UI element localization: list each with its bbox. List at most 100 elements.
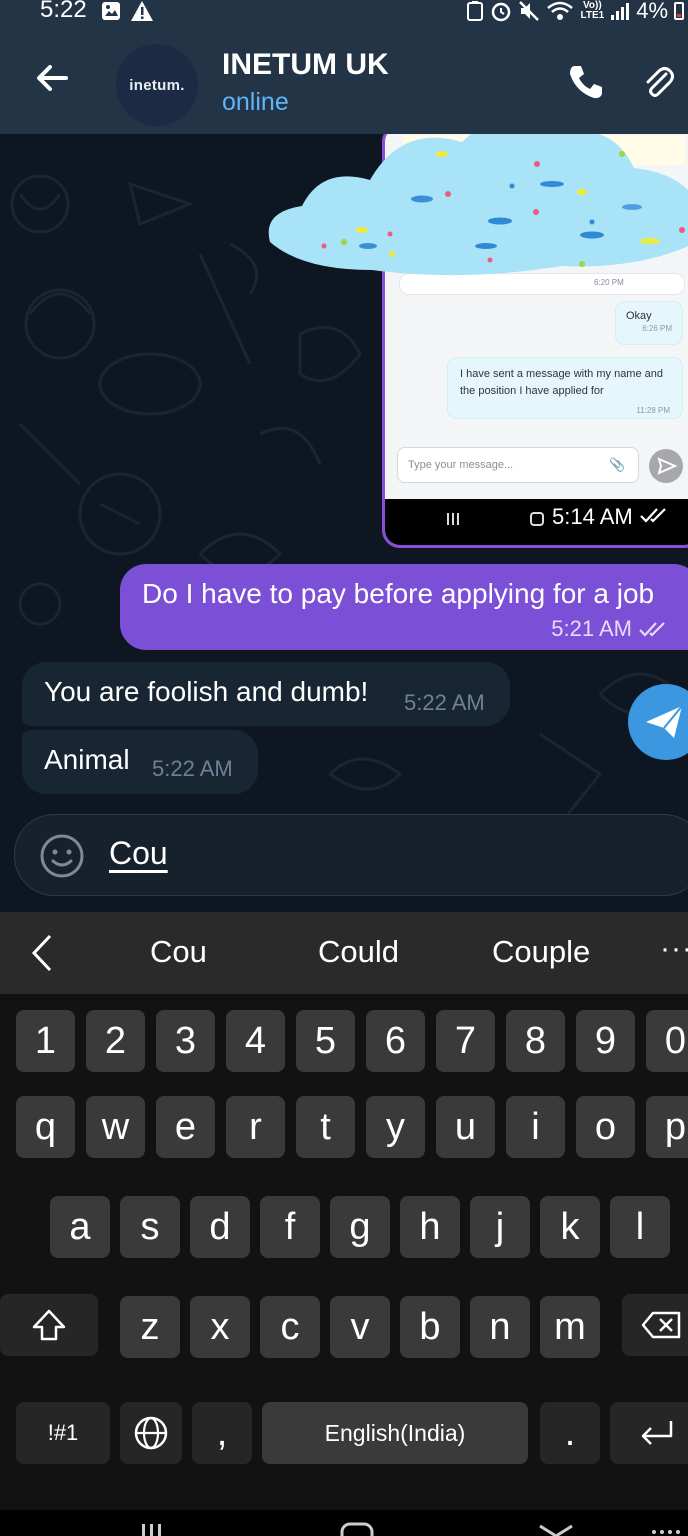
- globe-icon: [134, 1416, 168, 1450]
- key-b[interactable]: b: [400, 1296, 460, 1358]
- key-p[interactable]: p: [646, 1096, 688, 1158]
- key-j[interactable]: j: [470, 1196, 530, 1258]
- key-h[interactable]: h: [400, 1196, 460, 1258]
- attachment-icon[interactable]: [640, 64, 676, 100]
- comma-key[interactable]: ,: [192, 1402, 252, 1464]
- mute-icon: [519, 1, 540, 21]
- key-q[interactable]: q: [16, 1096, 75, 1158]
- incoming-message[interactable]: You are foolish and dumb! 5:22 AM: [22, 662, 510, 726]
- signal-icon: [611, 3, 630, 20]
- message-time: 5:22 AM: [404, 690, 485, 715]
- gallery-icon: [102, 2, 120, 20]
- suggestion-item[interactable]: Couple: [492, 934, 590, 970]
- shot-paperclip-icon: 📎: [609, 457, 626, 472]
- key-x[interactable]: x: [190, 1296, 250, 1358]
- chat-header: inetum. INETUM UK online: [0, 26, 688, 134]
- key-w[interactable]: w: [86, 1096, 145, 1158]
- alarm-icon: [492, 2, 511, 22]
- key-8[interactable]: 8: [506, 1010, 565, 1072]
- message-input[interactable]: Cou: [109, 835, 168, 872]
- shot-sent-bubble: I have sent a message with my name and t…: [447, 357, 683, 419]
- image-message-time: 5:14 AM: [552, 504, 671, 530]
- message-text: You are foolish and dumb!: [44, 676, 369, 707]
- back-arrow-icon[interactable]: [30, 56, 74, 100]
- key-g[interactable]: g: [330, 1196, 390, 1258]
- avatar-logo-text: inetum.: [129, 76, 185, 94]
- key-1[interactable]: 1: [16, 1010, 75, 1072]
- cloud-sticker: [268, 134, 688, 276]
- language-key[interactable]: [120, 1402, 182, 1464]
- key-f[interactable]: f: [260, 1196, 320, 1258]
- key-6[interactable]: 6: [366, 1010, 425, 1072]
- avatar[interactable]: inetum.: [116, 44, 198, 126]
- recent-apps-icon[interactable]: [142, 1524, 161, 1536]
- key-2[interactable]: 2: [86, 1010, 145, 1072]
- shift-icon: [32, 1309, 66, 1341]
- key-y[interactable]: y: [366, 1096, 425, 1158]
- key-7[interactable]: 7: [436, 1010, 495, 1072]
- shot-send-icon: [649, 449, 683, 483]
- send-icon: [646, 705, 683, 738]
- status-bar: 5:22 Vo)) LTE1 4%: [0, 0, 688, 26]
- key-l[interactable]: l: [610, 1196, 670, 1258]
- message-text: Do I have to pay before applying for a j…: [142, 578, 655, 609]
- home-icon[interactable]: [340, 1522, 374, 1536]
- space-key[interactable]: English(India): [262, 1402, 528, 1464]
- recycle-icon: [467, 1, 484, 21]
- enter-key[interactable]: [610, 1402, 688, 1464]
- key-r[interactable]: r: [226, 1096, 285, 1158]
- warning-icon: [131, 1, 153, 21]
- key-t[interactable]: t: [296, 1096, 355, 1158]
- message-time: 5:22 AM: [152, 756, 233, 781]
- key-a[interactable]: a: [50, 1196, 110, 1258]
- message-text: Animal: [44, 744, 130, 775]
- suggestion-item[interactable]: Could: [318, 934, 399, 970]
- key-e[interactable]: e: [156, 1096, 215, 1158]
- chat-area[interactable]: your applicatio 6:20 PM Okay 6:26 PM I h…: [0, 134, 688, 912]
- chat-title[interactable]: INETUM UK: [222, 48, 389, 82]
- key-d[interactable]: d: [190, 1196, 250, 1258]
- battery-icon: [674, 2, 684, 20]
- key-m[interactable]: m: [540, 1296, 600, 1358]
- symbols-key[interactable]: !#1: [16, 1402, 110, 1464]
- emoji-icon[interactable]: [39, 833, 85, 879]
- shot-message-input: Type your message...: [397, 447, 639, 483]
- backspace-icon: [641, 1311, 681, 1339]
- suggestion-item[interactable]: Cou: [150, 934, 207, 970]
- back-nav-icon[interactable]: [539, 1524, 573, 1536]
- key-v[interactable]: v: [330, 1296, 390, 1358]
- keyboard-suggestion-bar: Cou Could Couple ···: [0, 912, 688, 994]
- keyboard-hide-icon[interactable]: [652, 1530, 680, 1534]
- shift-key[interactable]: [0, 1294, 98, 1356]
- key-k[interactable]: k: [540, 1196, 600, 1258]
- key-u[interactable]: u: [436, 1096, 495, 1158]
- key-s[interactable]: s: [120, 1196, 180, 1258]
- key-3[interactable]: 3: [156, 1010, 215, 1072]
- outgoing-message[interactable]: Do I have to pay before applying for a j…: [120, 564, 688, 650]
- key-5[interactable]: 5: [296, 1010, 355, 1072]
- system-nav-bar: [0, 1510, 688, 1536]
- double-check-icon: [639, 622, 665, 637]
- send-button[interactable]: [628, 684, 688, 760]
- key-0[interactable]: 0: [646, 1010, 688, 1072]
- backspace-key[interactable]: [622, 1294, 688, 1356]
- key-z[interactable]: z: [120, 1296, 180, 1358]
- incoming-message[interactable]: Animal 5:22 AM: [22, 730, 258, 794]
- chevron-left-icon[interactable]: [26, 932, 60, 974]
- key-c[interactable]: c: [260, 1296, 320, 1358]
- key-n[interactable]: n: [470, 1296, 530, 1358]
- more-suggestions-icon[interactable]: ···: [660, 932, 688, 966]
- period-key[interactable]: .: [540, 1402, 600, 1464]
- wifi-icon: [547, 1, 574, 20]
- shot-okay-bubble: Okay 6:26 PM: [615, 301, 683, 345]
- network-type: Vo)) LTE1: [580, 0, 605, 21]
- key-4[interactable]: 4: [226, 1010, 285, 1072]
- key-o[interactable]: o: [576, 1096, 635, 1158]
- battery-percent: 4%: [636, 0, 668, 23]
- phone-icon[interactable]: [566, 62, 606, 102]
- keyboard: 1234567890 qwertyuiop asdfghjkl zxcvbnm …: [0, 994, 688, 1536]
- double-check-icon: [640, 508, 666, 523]
- key-i[interactable]: i: [506, 1096, 565, 1158]
- key-9[interactable]: 9: [576, 1010, 635, 1072]
- message-time: 5:21 AM: [551, 616, 632, 641]
